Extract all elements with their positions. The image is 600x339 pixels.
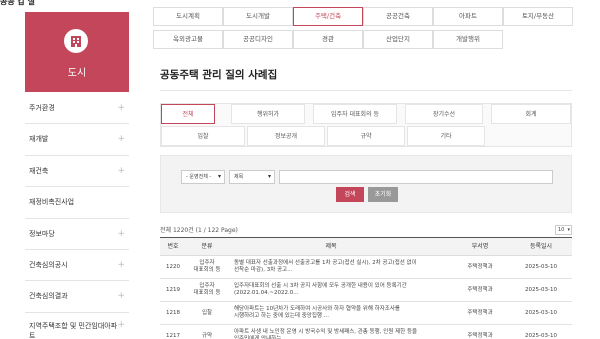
column-header-date: 등록일시 [529,243,553,250]
title-divider [160,90,572,91]
page-size-select[interactable]: 10 ▾ [555,225,572,235]
row-dept: 주택정책과 [467,286,493,293]
tab-public-design[interactable]: 공공디자인 [223,30,293,49]
sidebar-item-regional-housing[interactable]: 지역주택조합 및 민간임대아파트 + [25,313,129,339]
sidebar-item-label: 건축심의결과 [29,292,68,301]
row-dept: 주택정책과 [467,263,493,270]
filter-bylaws[interactable]: 규약 [327,126,405,146]
plus-icon: + [117,134,125,145]
sidebar-menu: 주거환경 + 재개발 + 재건축 + 재정비촉진사업 정보마당 + 건축심의공시 + 건축… [25,93,129,339]
tab-public-building[interactable]: 공공건축 [363,7,433,26]
sidebar-header: 도시 [25,12,129,92]
tab-industrial-complex[interactable]: 산업단지 [363,30,433,49]
column-header-title: 제목 [325,243,337,250]
sidebar-item-reconstruction[interactable]: 재건축 + [25,156,129,188]
filter-bidding[interactable]: 입찰 [161,126,245,146]
row-number: 1217 [166,332,180,339]
row-number: 1218 [166,309,180,316]
tab-apartment[interactable]: 아파트 [433,7,503,26]
column-header-category: 분류 [201,243,213,250]
row-title-link[interactable]: 아파트 사생 내 노인정 운영 시 방국수익 및 방세패스, 관총 등행, 인원… [234,325,428,339]
plus-icon: + [117,165,125,176]
tab-development-act[interactable]: 개발행위 [433,30,503,49]
plus-icon: + [117,291,125,302]
row-category: 규약 [201,332,213,339]
row-dept: 주택정책과 [467,332,493,339]
sidebar-item-redevelopment[interactable]: 재개발 + [25,124,129,156]
search-button[interactable]: 검색 [336,187,364,202]
page-title: 공동주택 관리 질의 사례집 [160,69,278,81]
org-select-value: - 운영전체 - [186,174,212,180]
sidebar-item-review-result[interactable]: 건축심의결과 + [25,281,129,313]
field-select[interactable]: 제목 ▾ [229,170,275,184]
table-row[interactable]: 1220 입주자 대표회의 등 동별 대표자 선출과정에서 선출공고를 1차 공… [160,256,572,279]
sidebar-item-label: 지역주택조합 및 민간임대아파트 [29,321,118,339]
header-title-fragment: 공공 갑 실 [0,0,36,6]
sidebar-item-label: 주거환경 [29,104,55,112]
row-category: 입주자 대표회의 등 [193,260,221,273]
plus-icon: + [117,103,125,113]
table-row[interactable]: 1217 규약 아파트 사생 내 노인정 운영 시 방국수익 및 방세패스, 관… [160,325,572,339]
row-date: 2025-03-10 [525,332,557,339]
sidebar-item-label: 재건축 [29,166,49,175]
row-category: 입찰 [201,309,213,316]
sidebar-item-label: 재정비촉진사업 [29,198,75,207]
row-category: 입주자 대표회의 등 [193,283,221,296]
filter-info-disclosure[interactable]: 정보공개 [247,126,325,146]
table-row[interactable]: 1218 입찰 해당아파트는 10년차가 도래하여 시공사와 하자 협약을 위해… [160,302,572,325]
sidebar-item-label: 재개발 [29,135,49,144]
page-size-value: 10 [558,227,565,233]
column-header-dept: 부서명 [471,243,489,250]
sidebar-item-label: 건축심의공시 [29,260,68,269]
filter-grid: 전체 행위허가 입주자 대표회의 등 장기수선 회계 입찰 정보공개 규약 기타 [160,103,572,147]
tab-urban-planning[interactable]: 도시계획 [153,7,223,26]
row-title-link[interactable]: 해당아파트는 10년차가 도래하여 시공사와 하자 협약을 위해 하자조사를 시… [234,302,428,324]
table-row[interactable]: 1219 입주자 대표회의 등 입주자대표회의 선출 시 3차 공지 사항에 모… [160,279,572,302]
sidebar-item-review-notice[interactable]: 건축심의공시 + [25,250,129,282]
sidebar-heading: 도시 [67,68,87,79]
row-dept: 주택정책과 [467,309,493,316]
filter-long-term-repair[interactable]: 장기수선 [405,104,483,124]
chevron-down-icon: ▾ [267,173,271,180]
search-input[interactable] [279,170,553,184]
plus-icon: + [117,228,125,239]
chevron-down-icon: ▾ [217,173,221,180]
row-title-link[interactable]: 동별 대표자 선출과정에서 선출공고를 1차 공고(접선 실시), 2차 공고(… [234,256,428,278]
chevron-down-icon: ▾ [567,227,570,233]
plus-icon: + [117,319,125,330]
tab-urban-development[interactable]: 도시개발 [223,7,293,26]
search-panel: - 운영전체 - ▾ 제목 ▾ 검색 초기화 [160,155,572,213]
sidebar-item-renewal-promotion[interactable]: 재정비촉진사업 [25,187,129,219]
sidebar-item-housing-env[interactable]: 주거환경 + [25,93,129,125]
org-select[interactable]: - 운영전체 - ▾ [181,170,225,184]
row-number: 1220 [166,263,180,270]
tab-outdoor-ads[interactable]: 옥외광고물 [153,30,223,49]
tab-land-realestate[interactable]: 토지/부동산 [503,7,573,26]
results-table: 번호 분류 제목 부서명 등록일시 1220 입주자 대표회의 등 동별 대표자… [160,237,572,339]
filter-residents-council[interactable]: 입주자 대표회의 등 [313,104,397,124]
field-select-value: 제목 [234,174,244,180]
row-date: 2025-03-10 [525,286,557,293]
row-date: 2025-03-10 [525,263,557,270]
result-count: 전체 1220건 (1 / 122 Page) [160,227,238,234]
table-header: 번호 분류 제목 부서명 등록일시 [160,238,572,256]
column-header-number: 번호 [167,243,179,250]
filter-permit[interactable]: 행위허가 [231,104,305,124]
tab-landscape[interactable]: 경관 [293,30,363,49]
row-title-link[interactable]: 입주자대표회의 선출 시 3차 공지 사항에 모두 공개한 내용이 있어 등록기… [234,279,428,301]
reset-button[interactable]: 초기화 [368,187,398,202]
building-icon [64,29,88,53]
filter-etc[interactable]: 기타 [407,126,485,146]
tab-housing-construction[interactable]: 주택/건축 [293,7,363,26]
sidebar-item-label: 정보마당 [29,229,55,238]
row-number: 1219 [166,286,180,293]
filter-all[interactable]: 전체 [161,104,215,124]
row-date: 2025-03-10 [525,309,557,316]
plus-icon: + [117,259,125,270]
filter-accounting[interactable]: 회계 [491,104,571,124]
sidebar-item-info[interactable]: 정보마당 + [25,219,129,250]
